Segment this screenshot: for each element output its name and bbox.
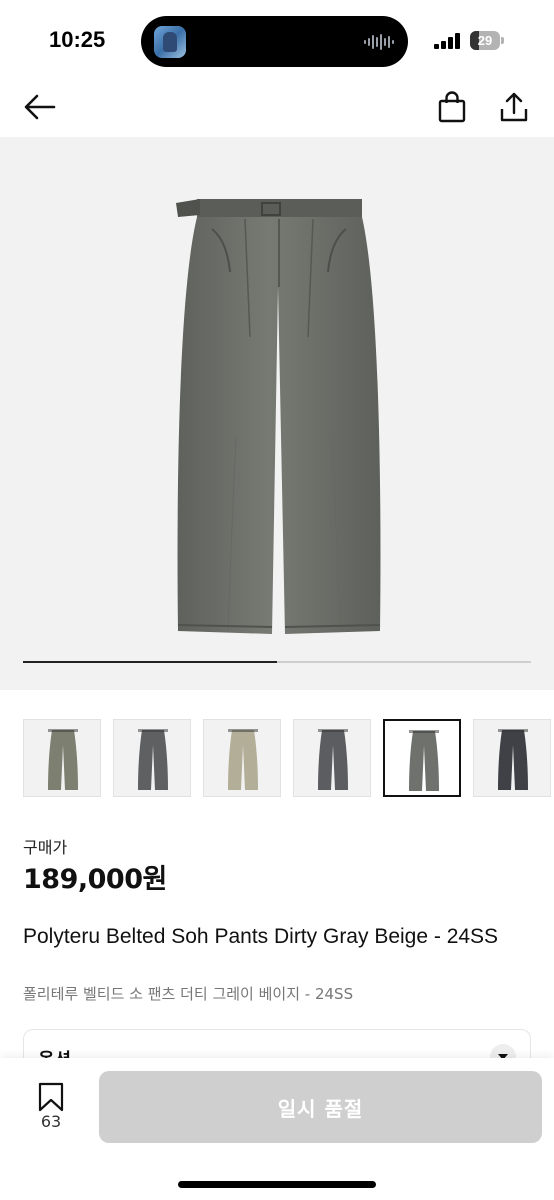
cellular-signal-icon xyxy=(434,33,460,49)
bookmark-count: 63 xyxy=(40,1112,62,1131)
back-button[interactable] xyxy=(20,87,60,127)
thumbnail-2[interactable] xyxy=(113,719,191,797)
share-button[interactable] xyxy=(494,87,534,127)
price-label: 구매가 xyxy=(23,838,68,857)
status-bar: 10:25 29 xyxy=(0,0,554,80)
battery-indicator: 29 xyxy=(470,31,504,50)
thumbnail-1[interactable] xyxy=(23,719,101,797)
now-playing-artwork xyxy=(154,26,186,58)
bookmark-button[interactable]: 63 xyxy=(33,1082,69,1142)
share-icon xyxy=(500,92,528,122)
thumbnail-4[interactable] xyxy=(293,719,371,797)
product-title: Polyteru Belted Soh Pants Dirty Gray Bei… xyxy=(23,925,499,948)
battery-percentage: 29 xyxy=(477,33,493,48)
thumbnail-image xyxy=(48,729,78,790)
thumbnail-image xyxy=(498,729,528,790)
thumbnail-image xyxy=(409,730,439,791)
shopping-bag-button[interactable] xyxy=(432,87,472,127)
product-subtitle: 폴리테루 벨티드 소 팬츠 더티 그레이 베이지 - 24SS xyxy=(23,985,354,1003)
thumbnail-image xyxy=(318,729,348,790)
thumbnail-strip[interactable] xyxy=(23,719,554,799)
bottom-action-bar: 63 일시 품절 xyxy=(0,1058,554,1200)
price-value: 189,000원 xyxy=(23,864,167,895)
thumbnail-3[interactable] xyxy=(203,719,281,797)
thumbnail-5[interactable] xyxy=(383,719,461,797)
carousel-progress xyxy=(23,661,531,663)
dynamic-island[interactable] xyxy=(141,16,408,67)
status-time: 10:25 xyxy=(49,27,106,52)
product-image xyxy=(176,199,381,634)
bookmark-icon xyxy=(38,1082,64,1112)
thumbnail-6[interactable] xyxy=(473,719,551,797)
thumbnail-image xyxy=(228,729,258,790)
home-indicator xyxy=(178,1181,376,1188)
shopping-bag-icon xyxy=(438,91,466,123)
product-image-carousel[interactable] xyxy=(0,137,554,690)
arrow-left-icon xyxy=(24,94,56,120)
sold-out-button[interactable]: 일시 품절 xyxy=(99,1071,542,1143)
audio-wave-icon xyxy=(364,34,394,50)
thumbnail-image xyxy=(138,729,168,790)
